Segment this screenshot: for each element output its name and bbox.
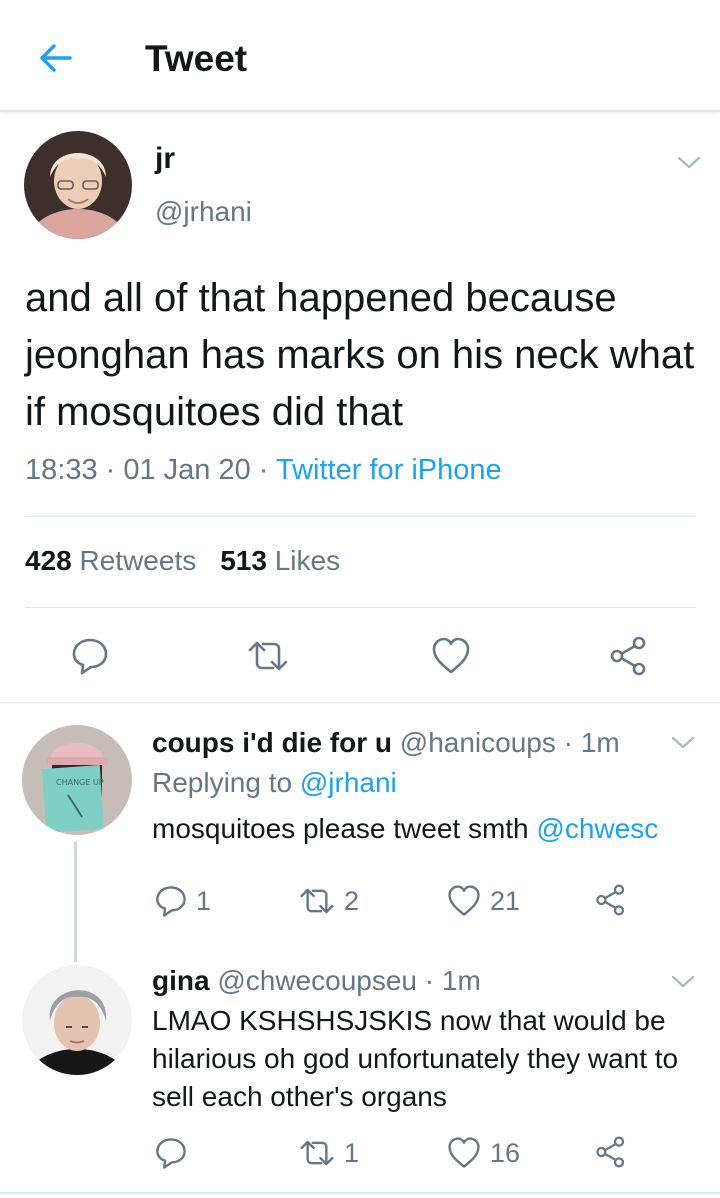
reply-time: 1m xyxy=(580,727,620,758)
author-name[interactable]: jr xyxy=(155,142,175,176)
reply-count: 1 xyxy=(196,885,212,916)
mention-link[interactable]: @chwesc xyxy=(536,813,658,844)
retweet-icon xyxy=(248,641,288,671)
tweet-time: 18:33 xyxy=(25,454,98,486)
share-icon xyxy=(596,884,625,916)
retweet-icon xyxy=(300,888,334,914)
reply-text-body: mosquitoes please tweet smth xyxy=(152,813,529,844)
divider xyxy=(25,607,696,608)
replying-prefix: Replying to xyxy=(152,767,293,798)
chevron-down-icon[interactable] xyxy=(670,972,696,992)
reply-button[interactable] xyxy=(70,636,110,676)
avatar[interactable]: CHANGE UP xyxy=(22,725,132,835)
share-button[interactable] xyxy=(608,636,650,676)
retweet-icon xyxy=(300,1140,334,1166)
divider xyxy=(25,516,696,517)
top-bar: Tweet xyxy=(0,0,720,112)
tweet-date: 01 Jan 20 xyxy=(123,454,251,486)
reply-author-name[interactable]: gina xyxy=(152,965,210,996)
reply-time: 1m xyxy=(441,965,481,996)
reply-icon xyxy=(156,886,186,917)
share-icon xyxy=(610,636,646,676)
heart-icon xyxy=(448,1137,480,1168)
tweet-meta: 18:33 · 01 Jan 20 · Twitter for iPhone xyxy=(25,454,502,486)
reply-text: mosquitoes please tweet smth @chwesc xyxy=(152,810,712,848)
avatar[interactable] xyxy=(22,965,132,1075)
likes-count: 513 xyxy=(220,545,267,576)
reply-header: coups i'd die for u @hanicoups · 1m xyxy=(152,727,620,758)
replying-to: Replying to @jrhani xyxy=(152,767,397,799)
chevron-down-icon[interactable] xyxy=(676,153,702,173)
retweet-button[interactable]: 2 xyxy=(298,884,359,918)
back-button[interactable] xyxy=(36,38,76,78)
like-count: 16 xyxy=(490,1137,521,1168)
retweets-count: 428 xyxy=(25,545,72,576)
reply-header: gina @chwecoupseu · 1m xyxy=(152,965,481,996)
like-count: 21 xyxy=(490,885,521,916)
like-button[interactable]: 16 xyxy=(446,1136,520,1170)
like-button[interactable] xyxy=(430,636,472,676)
heart-icon xyxy=(448,885,480,916)
likes-label: Likes xyxy=(274,545,341,576)
reply-author-name[interactable]: coups i'd die for u xyxy=(152,727,392,758)
thread-connector xyxy=(74,842,77,962)
reply-button[interactable]: 1 xyxy=(154,884,211,918)
heart-icon xyxy=(432,637,470,674)
reply-button[interactable] xyxy=(154,1136,196,1170)
retweets-stat[interactable]: 428 Retweets xyxy=(25,545,196,576)
reply-icon xyxy=(72,638,108,675)
tweet-text: and all of that happened because jeongha… xyxy=(25,276,695,434)
arrow-left-icon xyxy=(40,44,72,72)
reply-author-handle[interactable]: @chwecoupseu xyxy=(217,965,417,996)
avatar[interactable] xyxy=(24,131,132,239)
retweet-button[interactable]: 1 xyxy=(298,1136,359,1170)
tweet-source-link[interactable]: Twitter for iPhone xyxy=(276,454,502,486)
reply-text: LMAO KSHSHSJSKIS now that would be hilar… xyxy=(152,1005,679,1112)
reply-icon xyxy=(156,1138,186,1169)
retweets-label: Retweets xyxy=(79,545,197,576)
author-handle[interactable]: @jrhani xyxy=(155,196,252,228)
divider xyxy=(0,1192,720,1194)
likes-stat[interactable]: 513 Likes xyxy=(220,545,340,576)
share-icon xyxy=(596,1136,625,1168)
reply-author-handle[interactable]: @hanicoups xyxy=(400,727,556,758)
share-button[interactable] xyxy=(594,1136,628,1168)
tweet-stats: 428 Retweets 513 Likes xyxy=(25,545,340,577)
retweet-button[interactable] xyxy=(246,636,290,676)
page-title: Tweet xyxy=(145,38,248,79)
retweet-count: 1 xyxy=(344,1137,360,1168)
like-button[interactable]: 21 xyxy=(446,884,520,918)
chevron-down-icon[interactable] xyxy=(670,733,696,753)
section-divider xyxy=(0,702,720,703)
replying-to-link[interactable]: @jrhani xyxy=(300,767,397,798)
retweet-count: 2 xyxy=(344,885,360,916)
share-button[interactable] xyxy=(594,884,628,916)
avatar-book-title: CHANGE UP xyxy=(56,778,104,787)
